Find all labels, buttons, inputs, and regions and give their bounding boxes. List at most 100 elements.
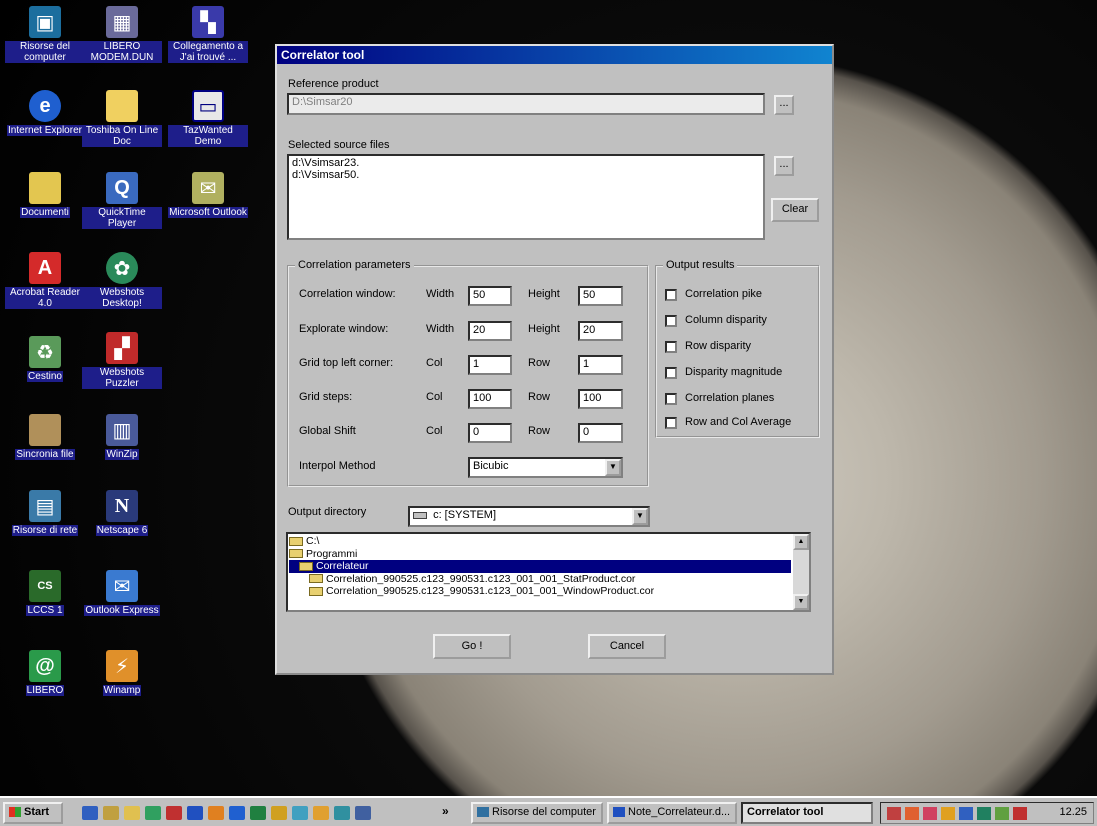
directory-tree[interactable]: C:\ Programmi Correlateur Correlation_99…: [286, 532, 811, 612]
desktop-icon[interactable]: Q QuickTime Player: [82, 172, 162, 229]
tree-item-programmi[interactable]: Programmi: [289, 548, 791, 561]
row-col-average-checkbox[interactable]: [665, 417, 677, 429]
correlation-pike-checkbox[interactable]: [665, 289, 677, 301]
scroll-down-button[interactable]: ▼: [793, 594, 809, 610]
desktop-icon[interactable]: A Acrobat Reader 4.0: [5, 252, 85, 309]
grid-steps-row-input[interactable]: 100: [578, 389, 623, 409]
source-file-item[interactable]: d:\Vsimsar23.: [292, 157, 760, 169]
desktop-icon[interactable]: ▣ Risorse del computer: [5, 6, 85, 63]
outlook-icon: ✉: [192, 172, 224, 204]
clear-button[interactable]: Clear: [771, 198, 819, 222]
task-button-risorse[interactable]: Risorse del computer: [471, 802, 603, 824]
desktop-icon[interactable]: ▥ WinZip: [82, 414, 162, 460]
row-disparity-checkbox[interactable]: [665, 341, 677, 353]
desktop-icon[interactable]: ▭ TazWanted Demo: [168, 90, 248, 147]
grid-top-left-col-input[interactable]: 1: [468, 355, 512, 375]
tray-icon[interactable]: [959, 807, 973, 820]
quick-launch-winamp-icon[interactable]: [313, 806, 329, 820]
desktop-icon[interactable]: ✿ Webshots Desktop!: [82, 252, 162, 309]
task-button-note-correlateur[interactable]: Note_Correlateur.d...: [607, 802, 737, 824]
param-row-label: Correlation window:: [299, 288, 396, 300]
desktop-icon[interactable]: ✉ Outlook Express: [82, 570, 162, 616]
correlation-width-input[interactable]: 50: [468, 286, 512, 306]
quick-launch-excel-icon[interactable]: [250, 806, 266, 820]
desktop-icon-label: Webshots Desktop!: [82, 287, 162, 309]
quick-launch-media-icon[interactable]: [187, 806, 203, 820]
quick-launch-word-icon[interactable]: [229, 806, 245, 820]
interpol-method-select[interactable]: Bicubic ▼: [468, 457, 623, 478]
scrollbar-track[interactable]: [793, 550, 809, 594]
desktop-icon[interactable]: @ LIBERO: [5, 650, 85, 696]
column-disparity-checkbox[interactable]: [665, 315, 677, 327]
drive-select[interactable]: c: [SYSTEM] ▼: [408, 506, 650, 527]
tree-item-file[interactable]: Correlation_990525.c123_990531.c123_001_…: [289, 585, 791, 598]
browse-reference-button[interactable]: ...: [774, 95, 794, 115]
grid-top-left-row-input[interactable]: 1: [578, 355, 623, 375]
quick-launch-ie-icon[interactable]: [82, 806, 98, 820]
tray-icon[interactable]: [1013, 807, 1027, 820]
folder-icon: [309, 586, 323, 596]
explorate-height-input[interactable]: 20: [578, 321, 623, 341]
desktop-icon[interactable]: ▞ Webshots Puzzler: [82, 332, 162, 389]
winzip-icon: ▥: [106, 414, 138, 446]
quick-launch-chat-icon[interactable]: [292, 806, 308, 820]
go-button[interactable]: Go !: [433, 634, 511, 659]
tree-item-correlateur[interactable]: Correlateur: [289, 560, 791, 573]
window-title[interactable]: Correlator tool: [277, 46, 832, 64]
desktop-icon[interactable]: ⚡ Winamp: [82, 650, 162, 696]
quick-launch-channels-icon[interactable]: [145, 806, 161, 820]
desktop-icon[interactable]: ▦ LIBERO MODEM.DUN: [82, 6, 162, 63]
tray-icon[interactable]: [923, 807, 937, 820]
desktop-icon[interactable]: ▤ Risorse di rete: [5, 490, 85, 536]
reference-product-field[interactable]: D:\Simsar20: [287, 93, 765, 115]
desktop-icon[interactable]: CS LCCS 1: [5, 570, 85, 616]
explorate-width-input[interactable]: 20: [468, 321, 512, 341]
window-app-icon: ▭: [192, 90, 224, 122]
tree-item-drive[interactable]: C:\: [289, 535, 791, 548]
desktop-icon[interactable]: ✉ Microsoft Outlook: [168, 172, 248, 218]
desktop-icon[interactable]: ▚ Collegamento a J'ai trouvé ...: [168, 6, 248, 63]
browse-sources-button[interactable]: ...: [774, 156, 794, 176]
correlation-height-input[interactable]: 50: [578, 286, 623, 306]
clock[interactable]: 12.25: [1059, 806, 1087, 818]
tray-icon[interactable]: [977, 807, 991, 820]
global-shift-row-input[interactable]: 0: [578, 423, 623, 443]
chevron-down-icon[interactable]: ▼: [632, 508, 648, 525]
correlation-planes-checkbox[interactable]: [665, 393, 677, 405]
quick-launch-acrobat-icon[interactable]: [166, 806, 182, 820]
open-folder-icon: [299, 561, 313, 571]
disparity-magnitude-checkbox[interactable]: [665, 367, 677, 379]
cancel-button[interactable]: Cancel: [588, 634, 666, 659]
desktop-icon-label: LIBERO: [25, 685, 65, 696]
quick-launch-desktop-icon[interactable]: [355, 806, 371, 820]
param-field-label: Row: [528, 357, 551, 369]
quick-launch-search-icon[interactable]: [271, 806, 287, 820]
desktop-icon[interactable]: N Netscape 6: [82, 490, 162, 536]
quick-launch-globe-icon[interactable]: [334, 806, 350, 820]
quick-launch-app-icon[interactable]: [208, 806, 224, 820]
desktop-icon[interactable]: Toshiba On Line Doc: [82, 90, 162, 147]
taskbar-chevron[interactable]: »: [442, 804, 449, 818]
desktop-icon[interactable]: Sincronia file: [5, 414, 85, 460]
param-row-label: Grid top left corner:: [299, 357, 394, 369]
quick-launch-folder-icon[interactable]: [124, 806, 140, 820]
desktop-icon[interactable]: e Internet Explorer: [5, 90, 85, 136]
source-files-list[interactable]: d:\Vsimsar23. d:\Vsimsar50.: [287, 154, 765, 240]
tray-icon[interactable]: [995, 807, 1009, 820]
quick-launch-outlook-icon[interactable]: [103, 806, 119, 820]
quicktime-icon: Q: [106, 172, 138, 204]
desktop-icon[interactable]: Documenti: [5, 172, 85, 218]
tray-icon[interactable]: [941, 807, 955, 820]
task-button-correlator-tool[interactable]: Correlator tool: [741, 802, 873, 824]
scroll-up-button[interactable]: ▲: [793, 534, 809, 550]
global-shift-col-input[interactable]: 0: [468, 423, 512, 443]
source-file-item[interactable]: d:\Vsimsar50.: [292, 169, 760, 181]
start-button[interactable]: Start: [3, 802, 63, 824]
desktop-icon[interactable]: ♻ Cestino: [5, 336, 85, 382]
grid-steps-col-input[interactable]: 100: [468, 389, 512, 409]
tree-item-file[interactable]: Correlation_990525.c123_990531.c123_001_…: [289, 573, 791, 586]
tray-icon[interactable]: [887, 807, 901, 820]
tray-icon[interactable]: [905, 807, 919, 820]
checkbox-label: Row disparity: [685, 340, 752, 352]
chevron-down-icon[interactable]: ▼: [605, 459, 621, 476]
